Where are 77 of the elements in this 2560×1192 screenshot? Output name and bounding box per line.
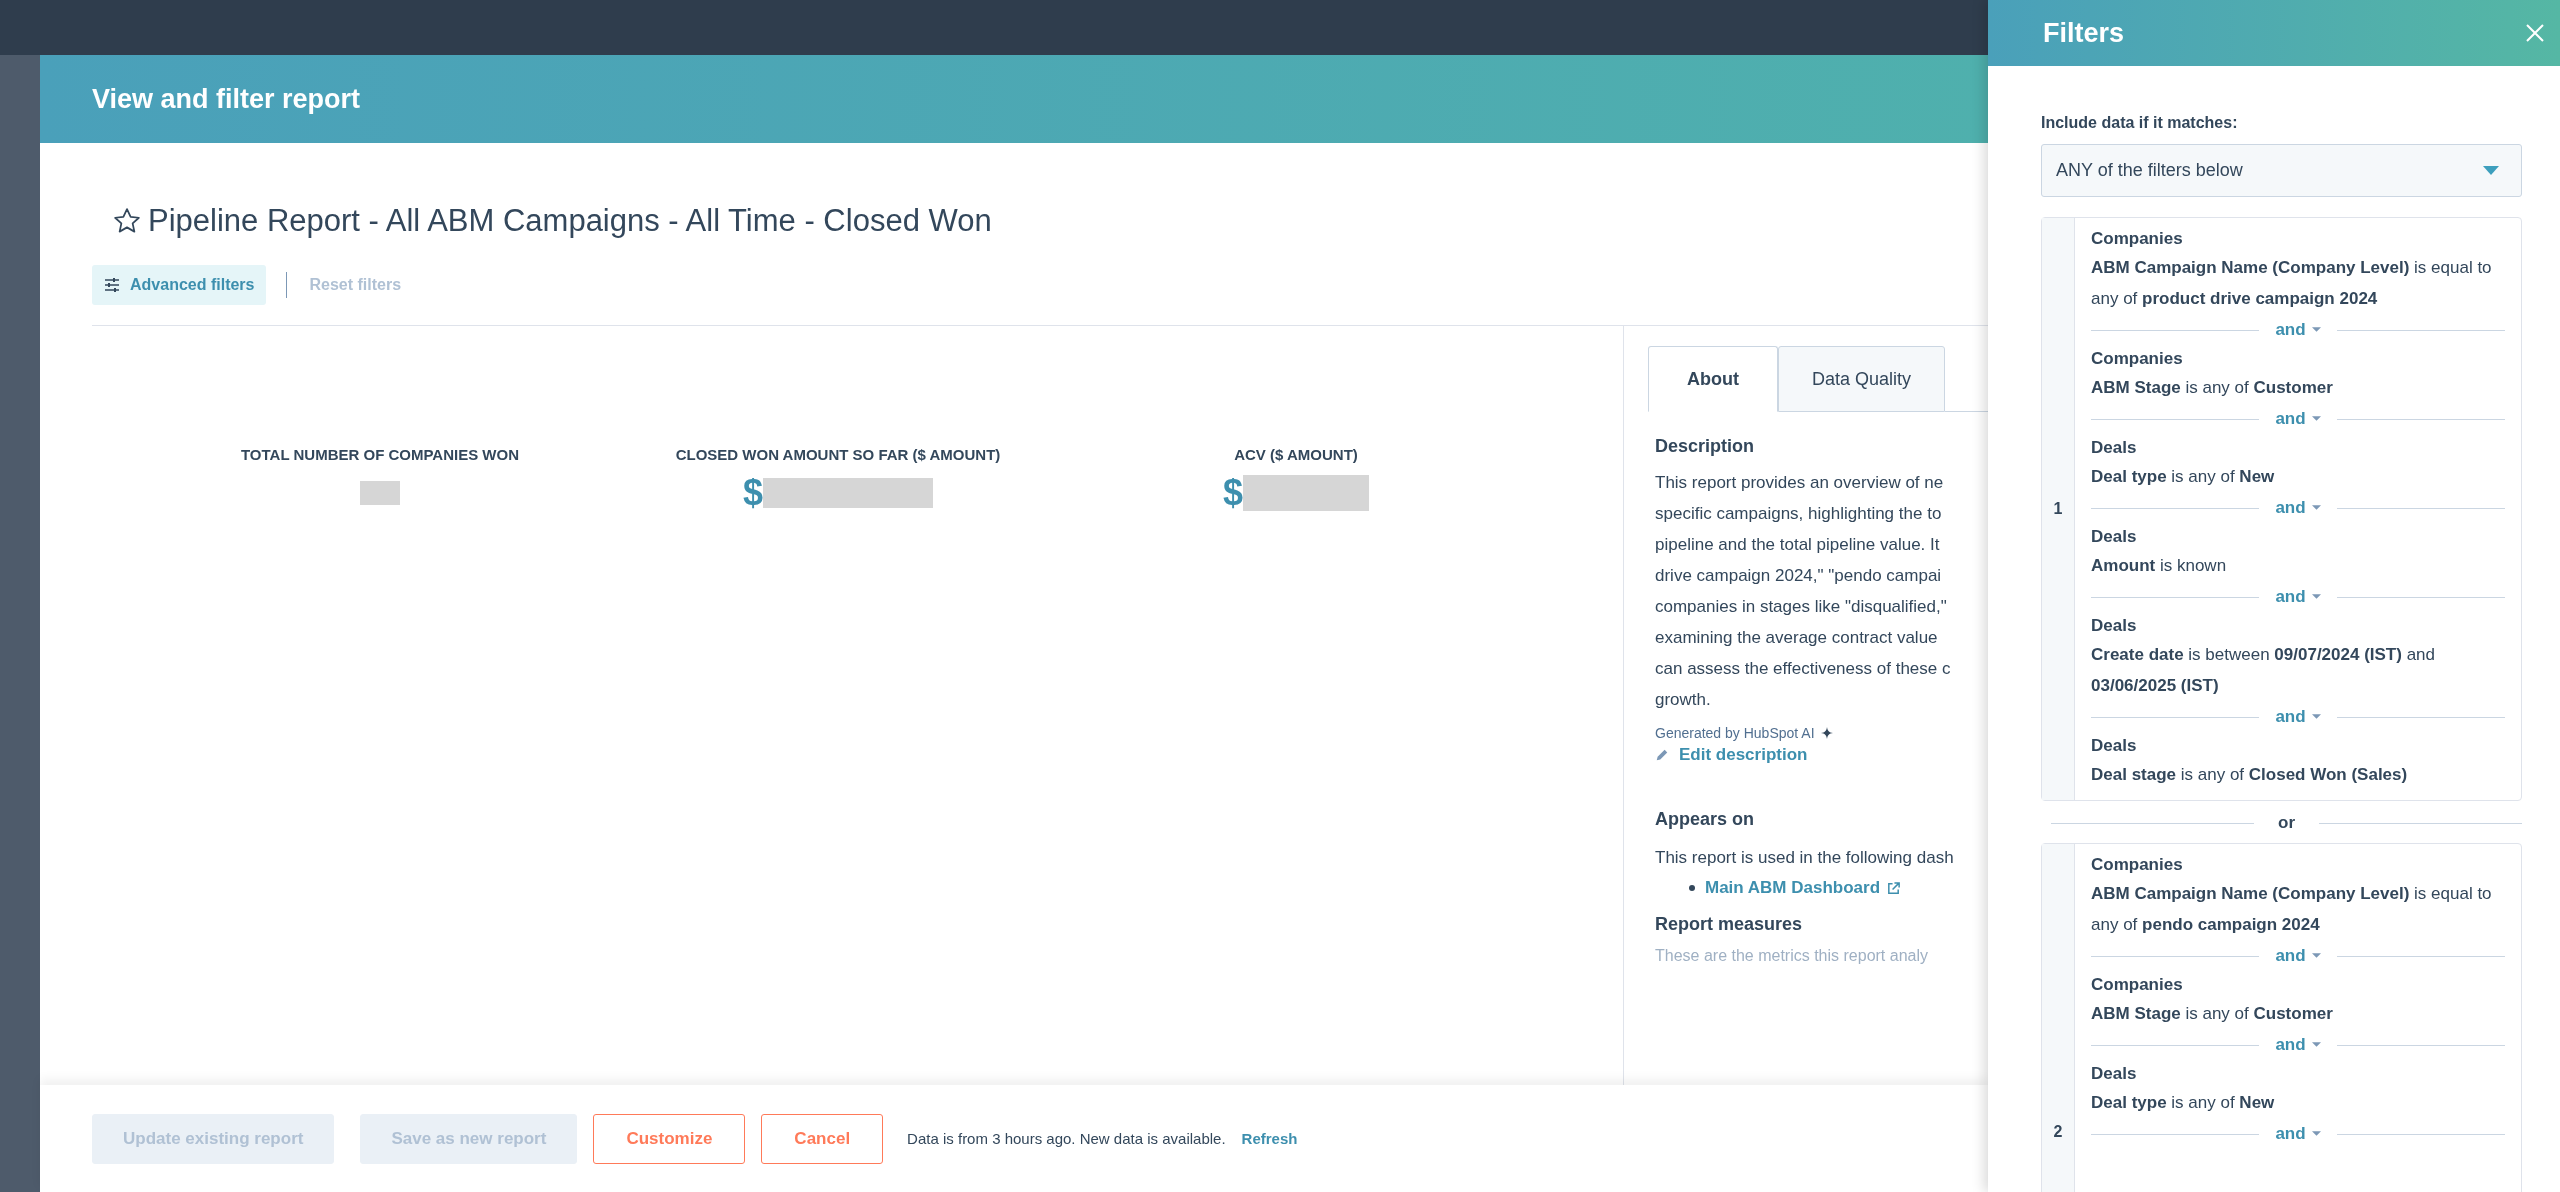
section-heading: Appears on: [1655, 809, 1756, 830]
kpi-label: ACV ($ AMOUNT): [1234, 446, 1358, 463]
description-text: growth.: [1655, 689, 1712, 711]
condition-rule: ABM Stage is any of Customer: [2091, 377, 2334, 399]
external-link-icon: [1886, 880, 1902, 896]
kpi-value: $: [1223, 472, 1243, 514]
condition-rule: Amount is known: [2091, 555, 2228, 577]
and-dropdown[interactable]: and: [2271, 1035, 2325, 1055]
dashboard-link[interactable]: Main ABM Dashboard: [1705, 878, 1881, 898]
condition-object: Companies: [2091, 228, 2184, 250]
condition-rule: ABM Campaign Name (Company Level) is equal to any of product drive campaign 2024: [2091, 257, 2493, 310]
group-number: 2: [2053, 1123, 2063, 1141]
section-heading: Description: [1655, 436, 1756, 457]
and-dropdown[interactable]: and: [2271, 498, 2325, 518]
tab[interactable]: About: [1648, 346, 1778, 412]
description-text: examining the average contract value: [1655, 627, 1939, 649]
caret-icon: [2311, 594, 2321, 600]
or-joiner: or: [2278, 813, 2295, 833]
match-dropdown[interactable]: ANY of the filters below: [2041, 144, 2522, 197]
condition-object: Companies: [2091, 974, 2184, 996]
caret-icon: [2311, 1131, 2321, 1137]
edit-description-link[interactable]: Edit description: [1679, 745, 1808, 765]
condition-object: Companies: [2091, 854, 2184, 876]
sliders-icon: [104, 277, 120, 293]
description-text: specific campaigns, highlighting the to: [1655, 503, 1943, 525]
caret-icon: [2311, 505, 2321, 511]
description-text: companies in stages like "disqualified,": [1655, 596, 1948, 618]
appears-text: This report is used in the following dash: [1655, 848, 1955, 868]
refresh-link[interactable]: Refresh: [1241, 1130, 1298, 1147]
report-title: Pipeline Report - All ABM Campaigns - All Time - Closed Won: [148, 203, 992, 239]
description-text: drive campaign 2024," "pendo campai: [1655, 565, 1943, 587]
condition-rule: Deal stage is any of Closed Won (Sales): [2091, 764, 2409, 786]
ai-note: Generated by HubSpot AI: [1655, 725, 1815, 741]
condition-object: Deals: [2091, 526, 2138, 548]
pencil-icon: [1655, 748, 1669, 762]
condition-rule: Create date is between 09/07/2024 (IST) and 03/06/2025 (IST): [2091, 644, 2436, 697]
tab[interactable]: Data Quality: [1778, 346, 1946, 412]
description-text: pipeline and the total pipeline value. It: [1655, 534, 1941, 556]
condition-rule: Deal type is any of New: [2091, 466, 2276, 488]
caret-icon: [2311, 416, 2321, 422]
condition-object: Deals: [2091, 437, 2138, 459]
footer-button[interactable]: Customize: [593, 1113, 746, 1164]
and-dropdown[interactable]: and: [2271, 320, 2325, 340]
kpi-label: TOTAL NUMBER OF COMPANIES WON: [240, 446, 520, 463]
condition-object: Companies: [2091, 348, 2184, 370]
condition-rule: ABM Campaign Name (Company Level) is equal to any of pendo campaign 2024: [2091, 883, 2493, 936]
kpi-value: $: [743, 472, 763, 514]
condition-rule: Deal type is any of New: [2091, 1092, 2276, 1114]
and-dropdown[interactable]: and: [2271, 946, 2325, 966]
condition-object: Deals: [2091, 735, 2138, 757]
caret-icon: [2311, 327, 2321, 333]
kpi-label: CLOSED WON AMOUNT SO FAR ($ AMOUNT): [675, 446, 1001, 463]
caret-icon: [2311, 953, 2321, 959]
caret-icon: [2311, 1042, 2321, 1048]
condition-object: Deals: [2091, 1063, 2138, 1085]
modal-title: View and filter report: [92, 83, 361, 115]
condition-object: Deals: [2091, 615, 2138, 637]
description-text: This report provides an overview of ne: [1655, 472, 1945, 494]
and-dropdown[interactable]: and: [2271, 587, 2325, 607]
match-label: Include data if it matches:: [2041, 114, 2239, 132]
status-text: Data is from 3 hours ago. New data is available.: [907, 1130, 1226, 1147]
caret-icon: [2311, 714, 2321, 720]
and-dropdown[interactable]: and: [2271, 409, 2325, 429]
sparkle-icon: [1820, 727, 1833, 739]
bullet-icon: [1689, 885, 1695, 891]
condition-rule: ABM Stage is any of Customer: [2091, 1003, 2334, 1025]
advanced-filters-button[interactable]: Advanced filters: [92, 265, 267, 305]
group-number: 1: [2053, 500, 2063, 518]
section-heading: Report measures: [1655, 914, 1804, 935]
description-text: can assess the effectiveness of these c: [1655, 658, 1952, 680]
and-dropdown[interactable]: and: [2271, 1124, 2325, 1144]
measures-text: These are the metrics this report analy: [1655, 947, 1929, 965]
caret-icon: [2483, 165, 2499, 176]
and-dropdown[interactable]: and: [2271, 707, 2325, 727]
footer-button[interactable]: Cancel: [761, 1113, 884, 1164]
drawer-title: Filters: [2043, 17, 2125, 49]
star-icon[interactable]: [112, 206, 142, 236]
